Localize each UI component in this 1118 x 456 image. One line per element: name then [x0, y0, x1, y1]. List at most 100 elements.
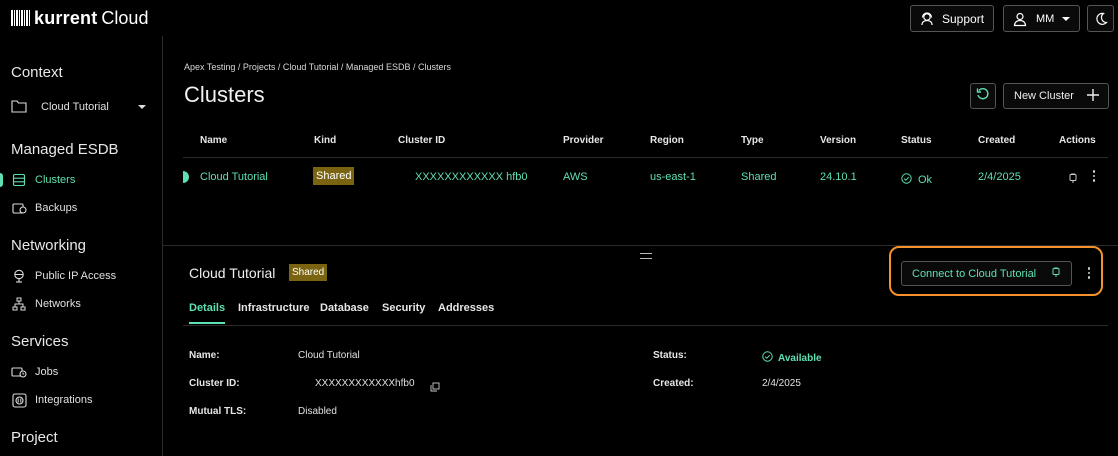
chevron-down-icon: [138, 101, 146, 113]
plug-icon: [1051, 266, 1061, 281]
cluster-name-cell[interactable]: Cloud Tutorial: [200, 171, 268, 183]
main-content: Apex Testing / Projects / Cloud Tutorial…: [163, 36, 1118, 456]
logo-bars-icon: [11, 10, 30, 26]
column-header-name[interactable]: Name: [200, 135, 227, 146]
cluster-id-cell: XXXXXXXXXXXX hfb0: [415, 171, 528, 183]
sidebar-item-label: Jobs: [35, 366, 59, 378]
column-header-version[interactable]: Version: [820, 135, 856, 146]
theme-toggle-button[interactable]: [1087, 5, 1114, 32]
column-header-actions: Actions: [1059, 135, 1096, 146]
selected-row-indicator: [183, 171, 189, 183]
tab-addresses[interactable]: Addresses: [438, 302, 494, 324]
plus-icon: [1087, 88, 1099, 104]
mutual-tls-value: Disabled: [298, 406, 337, 417]
chevron-down-icon: [1062, 16, 1071, 22]
logo-brand: kurrent: [34, 7, 98, 28]
services-heading: Services: [11, 333, 69, 350]
sidebar-item-backups[interactable]: Backups: [11, 198, 77, 218]
status-value: Ok: [918, 174, 933, 186]
sidebar: Context Cloud Tutorial Managed ESDB Clus…: [0, 36, 163, 456]
refresh-icon: [976, 87, 990, 106]
status-display: Available: [762, 349, 822, 367]
new-cluster-label: New Cluster: [1014, 90, 1074, 102]
network-icon: [11, 296, 27, 312]
copy-icon[interactable]: [430, 379, 440, 397]
row-actions-menu-icon[interactable]: [1089, 168, 1099, 184]
active-indicator: [0, 173, 3, 187]
logo-product: Cloud: [101, 7, 149, 28]
region-cell: us-east-1: [650, 171, 696, 183]
status-value: Available: [778, 352, 822, 364]
tab-infrastructure[interactable]: Infrastructure: [238, 302, 310, 324]
name-label: Name:: [189, 350, 220, 361]
moon-icon: [1094, 12, 1108, 26]
tab-details[interactable]: Details: [189, 302, 226, 324]
detail-actions-menu-icon[interactable]: [1084, 265, 1094, 281]
sidebar-item-label: Backups: [35, 202, 78, 214]
column-header-region[interactable]: Region: [650, 135, 684, 146]
user-initials: MM: [1036, 12, 1055, 25]
sidebar-item-label: Integrations: [35, 394, 93, 406]
connect-button[interactable]: Connect to Cloud Tutorial: [901, 261, 1072, 286]
name-value: Cloud Tutorial: [298, 350, 360, 361]
backup-icon: [11, 200, 27, 216]
column-header-provider[interactable]: Provider: [563, 135, 604, 146]
table-row[interactable]: Cloud Tutorial Shared XXXXXXXXXXXX hfb0 …: [163, 158, 1118, 196]
support-label: Support: [942, 11, 985, 26]
context-selector[interactable]: Cloud Tutorial: [11, 97, 146, 117]
project-heading: Project: [11, 429, 58, 446]
cluster-id-label: Cluster ID:: [189, 378, 240, 389]
created-label: Created:: [653, 378, 694, 389]
new-cluster-button[interactable]: New Cluster: [1003, 83, 1109, 109]
sidebar-item-jobs[interactable]: Jobs: [11, 362, 58, 382]
page-title: Clusters: [184, 82, 265, 107]
created-cell: 2/4/2025: [978, 171, 1021, 183]
networking-heading: Networking: [11, 237, 87, 254]
sidebar-item-label: Networks: [35, 298, 81, 310]
column-header-cluster-id[interactable]: Cluster ID: [398, 135, 445, 146]
type-cell: Shared: [741, 171, 777, 183]
detail-kind-badge: Shared: [289, 264, 328, 281]
column-header-kind[interactable]: Kind: [314, 135, 336, 146]
headset-icon: [919, 11, 935, 27]
folder-icon: [11, 99, 27, 116]
created-value: 2/4/2025: [762, 378, 801, 389]
column-header-created[interactable]: Created: [978, 135, 1015, 146]
sidebar-item-label: Clusters: [35, 174, 76, 186]
tab-security[interactable]: Security: [382, 302, 425, 324]
context-value: Cloud Tutorial: [41, 101, 109, 113]
resize-handle[interactable]: [640, 253, 652, 259]
connect-label: Connect to Cloud Tutorial: [912, 267, 1037, 280]
provider-cell: AWS: [563, 171, 588, 183]
kurrent-cloud-logo[interactable]: kurrent Cloud: [11, 6, 148, 30]
globe-icon: [11, 268, 27, 284]
cluster-id-value: XXXXXXXXXXXXhfb0: [315, 378, 415, 389]
sidebar-item-networks[interactable]: Networks: [11, 294, 81, 314]
sidebar-item-clusters[interactable]: Clusters: [11, 170, 75, 190]
connect-icon[interactable]: [1068, 171, 1078, 189]
sidebar-item-label: Public IP Access: [35, 270, 117, 282]
check-circle-icon: [901, 171, 912, 189]
support-button[interactable]: Support: [910, 5, 994, 32]
managed-esdb-heading: Managed ESDB: [11, 141, 119, 158]
user-icon: [1012, 11, 1028, 27]
status-label: Status:: [653, 350, 687, 361]
column-header-status[interactable]: Status: [901, 135, 932, 146]
context-heading: Context: [11, 64, 63, 81]
sidebar-item-public-ip-access[interactable]: Public IP Access: [11, 266, 116, 286]
kind-badge: Shared: [313, 167, 355, 185]
detail-title: Cloud Tutorial: [189, 265, 276, 281]
tabs-divider: [183, 325, 1108, 326]
user-menu-button[interactable]: MM: [1003, 5, 1080, 32]
status-cell: Ok: [901, 171, 932, 189]
refresh-button[interactable]: [970, 83, 996, 109]
check-circle-icon: [762, 349, 773, 367]
database-icon: [11, 172, 27, 188]
mutual-tls-label: Mutual TLS:: [189, 406, 247, 417]
breadcrumb: Apex Testing / Projects / Cloud Tutorial…: [184, 62, 451, 72]
tab-database[interactable]: Database: [320, 302, 369, 324]
top-bar: kurrent Cloud Support MM: [0, 0, 1118, 36]
integrations-icon: [11, 392, 27, 408]
column-header-type[interactable]: Type: [741, 135, 764, 146]
sidebar-item-integrations[interactable]: Integrations: [11, 390, 92, 410]
